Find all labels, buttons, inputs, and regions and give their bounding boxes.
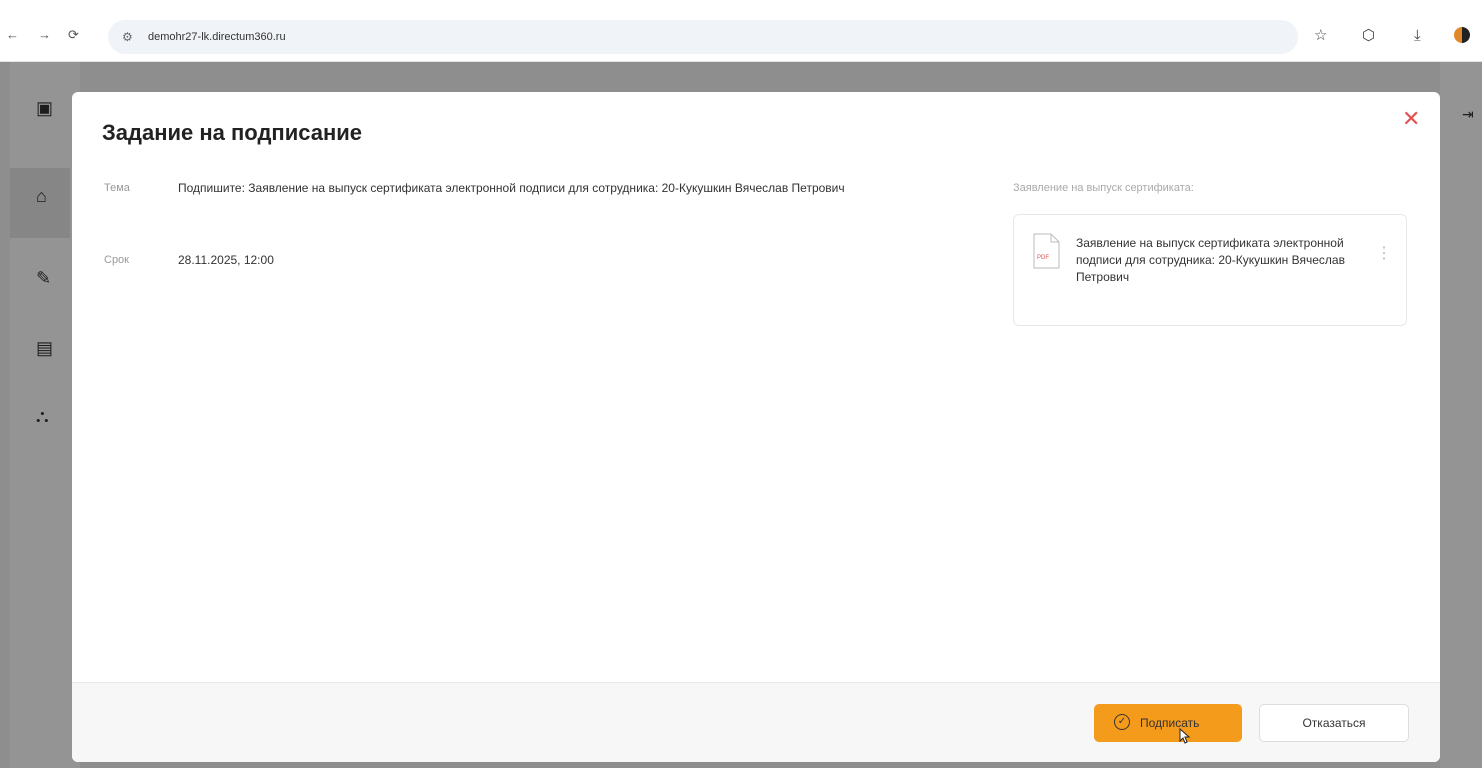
site-settings-icon[interactable]: ⚙ (122, 30, 133, 44)
sign-button[interactable]: ✓ Подписать (1094, 704, 1242, 742)
signing-task-dialog: Задание на подписание ✕ Тема Подпишите: … (72, 92, 1440, 762)
back-icon[interactable]: ← (6, 28, 19, 42)
url-text: demohr27-lk.directum360.ru (148, 31, 286, 43)
profile-avatar[interactable] (1454, 27, 1470, 43)
browser-toolbar: ← → ⟳ ⚙ demohr27-lk.directum360.ru ☆ ⬡ ⤓ (0, 0, 1482, 62)
deadline-label: Срок (104, 254, 129, 266)
reload-icon[interactable]: ⟳ (68, 28, 79, 42)
close-icon[interactable]: ✕ (1402, 106, 1420, 132)
pdf-file-icon: PDF (1033, 233, 1060, 269)
subject-value: Подпишите: Заявление на выпуск сертифика… (178, 181, 845, 195)
dialog-title: Задание на подписание (102, 120, 363, 145)
download-icon[interactable]: ⤓ (1414, 28, 1421, 44)
star-icon[interactable]: ☆ (1314, 28, 1327, 44)
decline-button[interactable]: Отказаться (1259, 704, 1409, 742)
attachment-card[interactable]: PDF Заявление на выпуск сертификата элек… (1013, 214, 1407, 326)
address-bar[interactable]: ⚙ demohr27-lk.directum360.ru (108, 20, 1298, 54)
attachment-caption: Заявление на выпуск сертификата: (1013, 182, 1194, 194)
check-circle-icon: ✓ (1114, 714, 1130, 730)
more-options-icon[interactable]: ⋮ (1376, 243, 1392, 263)
subject-label: Тема (104, 182, 130, 194)
forward-icon[interactable]: → (38, 28, 51, 42)
pdf-badge: PDF (1037, 255, 1049, 261)
extensions-icon[interactable]: ⬡ (1362, 28, 1375, 44)
attachment-name: Заявление на выпуск сертификата электрон… (1076, 236, 1345, 284)
deadline-value: 28.11.2025, 12:00 (178, 253, 274, 267)
mouse-cursor-icon (1179, 728, 1191, 744)
